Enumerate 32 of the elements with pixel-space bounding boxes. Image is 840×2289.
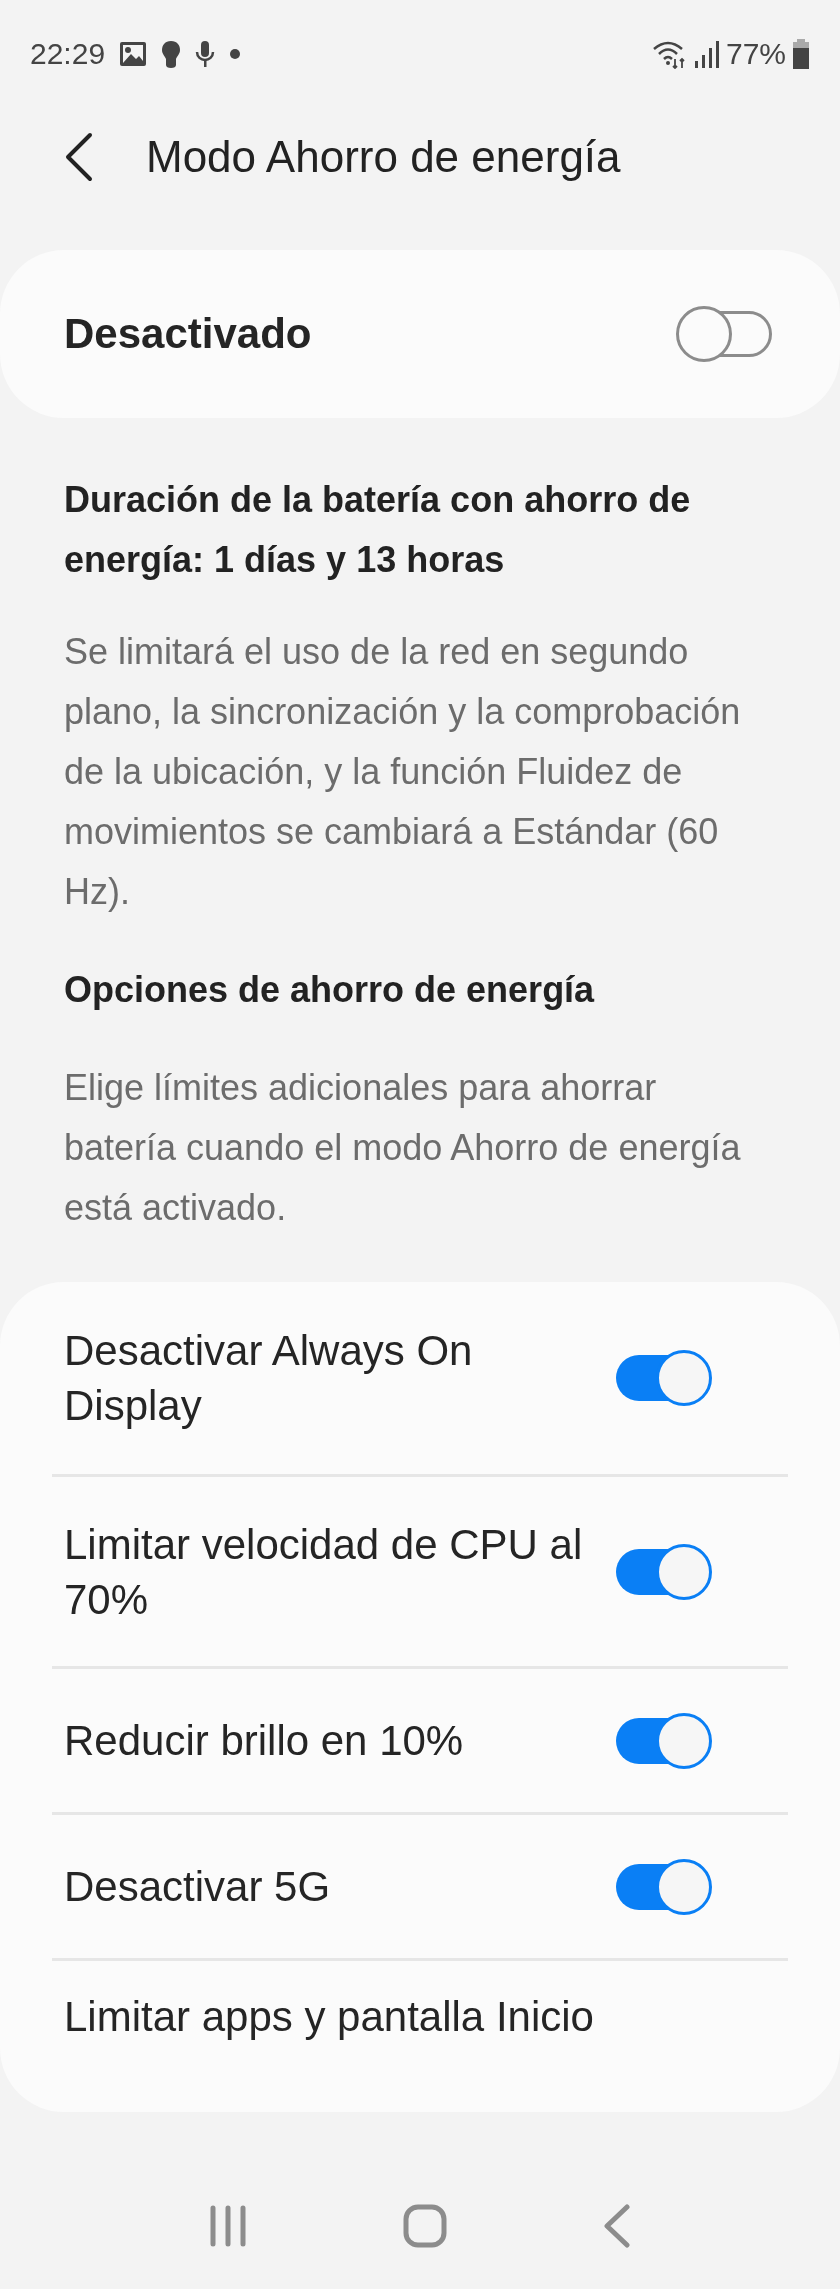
signal-icon	[693, 39, 720, 69]
master-switch-label: Desactivado	[64, 310, 313, 358]
setting-row[interactable]: Desactivar 5G	[52, 1812, 788, 1958]
image-icon	[119, 41, 148, 67]
clock: 22:29	[30, 37, 106, 71]
battery-icon	[792, 39, 810, 69]
home-icon[interactable]	[403, 2203, 447, 2248]
section-heading: Opciones de ahorro de energía	[64, 968, 596, 1012]
description-text: Se limitará el uso de la red en segundo plano, la sincronización y la comprobación de la ubicación, y la función Fluidez de movimientos se cambiará a Estándar (60 Hz).	[64, 630, 742, 914]
page-title: Modo Ahorro de energía	[146, 132, 621, 182]
dot-icon	[229, 48, 242, 60]
battery-duration-heading: Duración de la batería con ahorro de energía: 1 días y 13 horas	[64, 478, 692, 582]
toggle-switch[interactable]	[676, 306, 774, 362]
section-description: Elige límites adicionales para ahorrar batería cuando el modo Ahorro de energía está activado.	[64, 1066, 742, 1230]
microphone-icon	[195, 40, 216, 68]
setting-label: Reducir brillo en 10%	[64, 1716, 465, 1766]
setting-label: Desactivar 5G	[64, 1862, 332, 1912]
setting-label: Limitar apps y pantalla Inicio	[64, 1992, 595, 2042]
setting-label: Desactivar Always On Display	[64, 1326, 474, 1431]
toggle-switch[interactable]	[614, 1858, 712, 1915]
master-switch-card[interactable]: Desactivado	[0, 250, 840, 418]
setting-label: Limitar velocidad de CPU al 70%	[64, 1519, 584, 1625]
lightbulb-icon	[161, 40, 182, 68]
toggle-switch[interactable]	[614, 1350, 712, 1406]
setting-row[interactable]: Limitar apps y pantalla Inicio	[52, 1958, 788, 2104]
toggle-switch[interactable]	[614, 1543, 712, 1600]
toggle-switch[interactable]	[614, 1712, 712, 1769]
back-icon[interactable]	[602, 2203, 633, 2248]
setting-row[interactable]: Limitar velocidad de CPU al 70%	[52, 1474, 788, 1666]
battery-percentage: 77%	[725, 37, 786, 71]
setting-row[interactable]: Desactivar Always On Display	[0, 1282, 840, 1474]
setting-row[interactable]: Reducir brillo en 10%	[52, 1666, 788, 1812]
